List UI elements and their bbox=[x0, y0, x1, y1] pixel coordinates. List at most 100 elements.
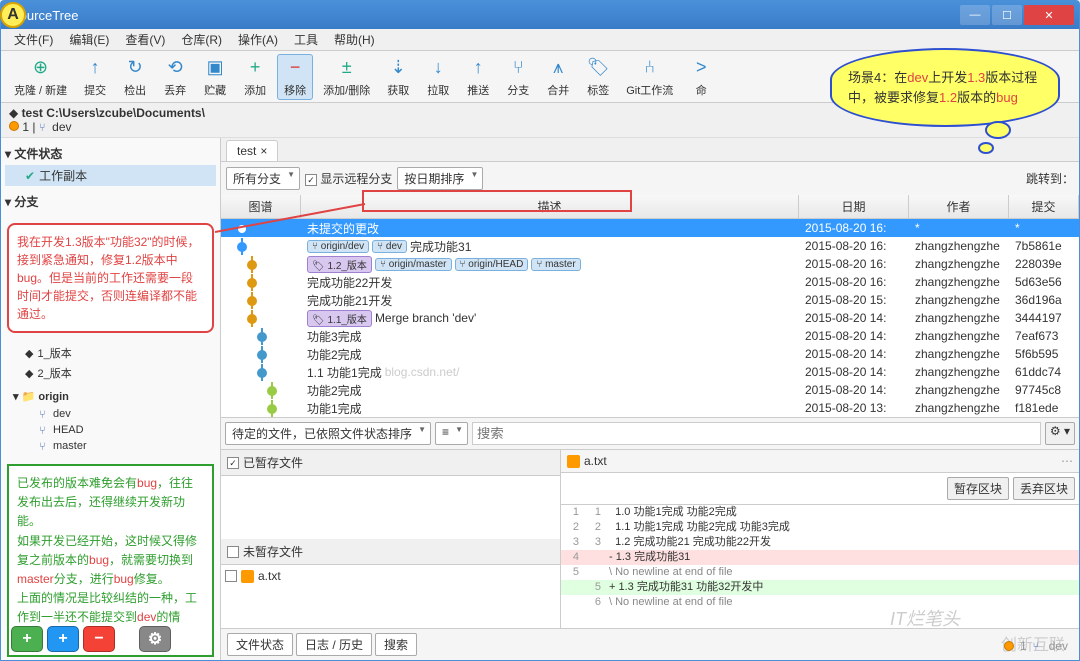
menu-view[interactable]: 查看(V) bbox=[117, 31, 173, 48]
addremove-icon: ± bbox=[335, 56, 359, 80]
callout-tail-icon bbox=[968, 120, 1018, 160]
commit-row[interactable]: 功能2完成 2015-08-20 14: zhangzhengzhe 5f6b5… bbox=[221, 345, 1079, 363]
bottom-tabs: 文件状态 日志 / 历史 搜索 bbox=[221, 628, 1079, 660]
staged-header[interactable]: ✓ 已暂存文件 bbox=[221, 450, 560, 476]
toolbar-stash-button[interactable]: ▣贮藏 bbox=[197, 54, 233, 100]
ref-label: ⑂ origin/master bbox=[375, 258, 452, 271]
diff-line[interactable]: 4- 1.3 完成功能31 bbox=[561, 550, 1079, 565]
main-panel: test × 所有分支 ✓ 显示远程分支 按日期排序 跳转到： 图谱 描述 日期… bbox=[221, 138, 1079, 660]
diff-line[interactable]: 33 1.2 完成功能21 完成功能22开发 bbox=[561, 535, 1079, 550]
toolbar-discard-button[interactable]: ⟲丢弃 bbox=[157, 54, 193, 100]
file-item[interactable]: a.txt bbox=[225, 569, 556, 583]
tab-close-icon[interactable]: × bbox=[260, 144, 267, 158]
branches-section[interactable]: ▾ 分支 bbox=[5, 190, 216, 213]
remote-section[interactable]: ▾ 📁 origin bbox=[5, 387, 216, 406]
menu-help[interactable]: 帮助(H) bbox=[326, 31, 383, 48]
commit-row[interactable]: 完成功能22开发 2015-08-20 16: zhangzhengzhe 5d… bbox=[221, 273, 1079, 291]
menu-action[interactable]: 操作(A) bbox=[230, 31, 286, 48]
unstaged-header[interactable]: 未暂存文件 bbox=[221, 539, 560, 565]
current-branch: dev bbox=[52, 120, 71, 134]
diff-lines: 11 1.0 功能1完成 功能2完成22 1.1 功能1完成 功能2完成 功能3… bbox=[561, 505, 1079, 628]
menu-tool[interactable]: 工具 bbox=[286, 31, 326, 48]
tab-log-history[interactable]: 日志 / 历史 bbox=[296, 633, 372, 656]
file-sort-bar: 待定的文件，已依照文件状态排序 ≡ ⚙ ▾ bbox=[221, 417, 1079, 449]
diff-hunk-buttons: 暂存区块 丢弃区块 bbox=[561, 473, 1079, 505]
sort-dropdown[interactable]: 按日期排序 bbox=[397, 167, 483, 190]
add-repo-button[interactable]: + bbox=[11, 626, 43, 652]
diff-file-name: a.txt bbox=[584, 454, 607, 468]
minimize-button[interactable]: — bbox=[960, 5, 990, 25]
remote-head[interactable]: ⑂ HEAD bbox=[5, 422, 216, 438]
commit-row[interactable]: 完成功能21开发 2015-08-20 15: zhangzhengzhe 36… bbox=[221, 291, 1079, 309]
branch-icon: ⑂ bbox=[506, 56, 530, 80]
remove-repo-button[interactable]: − bbox=[83, 626, 115, 652]
col-commit[interactable]: 提交 bbox=[1009, 195, 1079, 218]
toolbar-terminal-button[interactable]: >命 bbox=[683, 54, 719, 100]
pull-icon: ↓ bbox=[426, 56, 450, 80]
clone-icon: ⊕ bbox=[29, 56, 53, 80]
commit-row[interactable]: 未提交的更改 2015-08-20 16: * * bbox=[221, 219, 1079, 237]
stage-hunk-button[interactable]: 暂存区块 bbox=[947, 477, 1009, 500]
branch-item-1[interactable]: ◆ 1_版本 bbox=[5, 343, 216, 363]
tab-file-status[interactable]: 文件状态 bbox=[227, 633, 293, 656]
col-graph[interactable]: 图谱 bbox=[221, 195, 301, 218]
commit-row[interactable]: 功能3完成 2015-08-20 14: zhangzhengzhe 7eaf6… bbox=[221, 327, 1079, 345]
col-date[interactable]: 日期 bbox=[799, 195, 909, 218]
settings-button[interactable]: ⚙ bbox=[139, 626, 171, 652]
diff-line[interactable]: 5\ No newline at end of file bbox=[561, 565, 1079, 580]
tab-search[interactable]: 搜索 bbox=[375, 633, 417, 656]
diff-line[interactable]: 11 1.0 功能1完成 功能2完成 bbox=[561, 505, 1079, 520]
file-status-section[interactable]: ▾ 文件状态 bbox=[5, 142, 216, 165]
commit-row[interactable]: 功能2完成 2015-08-20 14: zhangzhengzhe 97745… bbox=[221, 381, 1079, 399]
toolbar-commit-button[interactable]: ↑提交 bbox=[77, 54, 113, 100]
menu-file[interactable]: 文件(F) bbox=[6, 31, 61, 48]
col-desc[interactable]: 描述 bbox=[301, 195, 799, 218]
commit-row[interactable]: 1.1 功能1完成blog.csdn.net/ 2015-08-20 14: z… bbox=[221, 363, 1079, 381]
commit-row[interactable]: 功能1完成 2015-08-20 13: zhangzhengzhe f181e… bbox=[221, 399, 1079, 417]
commit-row[interactable]: 🏷 1.1_版本Merge branch 'dev' 2015-08-20 14… bbox=[221, 309, 1079, 327]
show-remote-checkbox[interactable]: ✓ 显示远程分支 bbox=[305, 170, 392, 187]
commit-row[interactable]: ⑂ origin/dev⑂ dev完成功能31 2015-08-20 16: z… bbox=[221, 237, 1079, 255]
toolbar-addremove-button[interactable]: ±添加/删除 bbox=[317, 54, 376, 100]
window-title: SourceTree bbox=[6, 8, 958, 23]
gear-button[interactable]: ⚙ ▾ bbox=[1045, 422, 1075, 445]
toolbar-checkout-button[interactable]: ↻检出 bbox=[117, 54, 153, 100]
toolbar-add-button[interactable]: +添加 bbox=[237, 54, 273, 100]
diff-line[interactable]: 5+ 1.3 完成功能31 功能32开发中 bbox=[561, 580, 1079, 595]
diff-line[interactable]: 6\ No newline at end of file bbox=[561, 595, 1079, 610]
file-sort-dropdown[interactable]: 待定的文件，已依照文件状态排序 bbox=[225, 422, 431, 445]
gitflow-icon: ⑃ bbox=[638, 56, 662, 80]
toolbar-pull-button[interactable]: ↓拉取 bbox=[420, 54, 456, 100]
toolbar-merge-button[interactable]: ⩚合并 bbox=[540, 54, 576, 100]
toolbar-remove-button[interactable]: −移除 bbox=[277, 54, 313, 100]
repo-path: test C:\Users\zcube\Documents\ bbox=[22, 106, 205, 120]
diff-line[interactable]: 22 1.1 功能1完成 功能2完成 功能3完成 bbox=[561, 520, 1079, 535]
toolbar-clone-button[interactable]: ⊕克隆 / 新建 bbox=[8, 54, 73, 100]
toolbar-tag-button[interactable]: 🏷标签 bbox=[580, 54, 616, 100]
discard-hunk-button[interactable]: 丢弃区块 bbox=[1013, 477, 1075, 500]
menu-edit[interactable]: 编辑(E) bbox=[61, 31, 117, 48]
close-button[interactable]: ✕ bbox=[1024, 5, 1074, 25]
branch-filter-dropdown[interactable]: 所有分支 bbox=[226, 167, 300, 190]
toolbar-push-button[interactable]: ↑推送 bbox=[460, 54, 496, 100]
remote-dev[interactable]: ⑂ dev bbox=[5, 406, 216, 422]
watermark-logo: IT烂笔头 bbox=[890, 605, 960, 631]
tab-test[interactable]: test × bbox=[226, 140, 278, 161]
toolbar-gitflow-button[interactable]: ⑃Git工作流 bbox=[620, 54, 679, 100]
diff-more-icon[interactable]: ⋯ bbox=[1061, 454, 1073, 468]
toolbar-fetch-button[interactable]: ⇣获取 bbox=[380, 54, 416, 100]
branch-item-2[interactable]: ◆ 2_版本 bbox=[5, 363, 216, 383]
add-folder-button[interactable]: + bbox=[47, 626, 79, 652]
file-sort-extra-dropdown[interactable]: ≡ bbox=[435, 422, 468, 445]
sidebar-tree: ▾ 文件状态 ✔ 工作副本 ▾ 分支 bbox=[1, 138, 220, 217]
working-copy-item[interactable]: ✔ 工作副本 bbox=[5, 165, 216, 186]
remote-master[interactable]: ⑂ master bbox=[5, 438, 216, 454]
col-author[interactable]: 作者 bbox=[909, 195, 1009, 218]
search-input[interactable] bbox=[472, 422, 1041, 445]
toolbar-branch-button[interactable]: ⑂分支 bbox=[500, 54, 536, 100]
file-modified-icon bbox=[567, 455, 580, 468]
menu-repo[interactable]: 仓库(R) bbox=[173, 31, 230, 48]
commit-row[interactable]: 🏷 1.2_版本⑂ origin/master⑂ origin/HEAD⑂ ma… bbox=[221, 255, 1079, 273]
yellow-annotation-callout: 场景4：在dev上开发1.3版本过程中，被要求修复1.2版本的bug bbox=[830, 48, 1060, 127]
maximize-button[interactable]: ☐ bbox=[992, 5, 1022, 25]
